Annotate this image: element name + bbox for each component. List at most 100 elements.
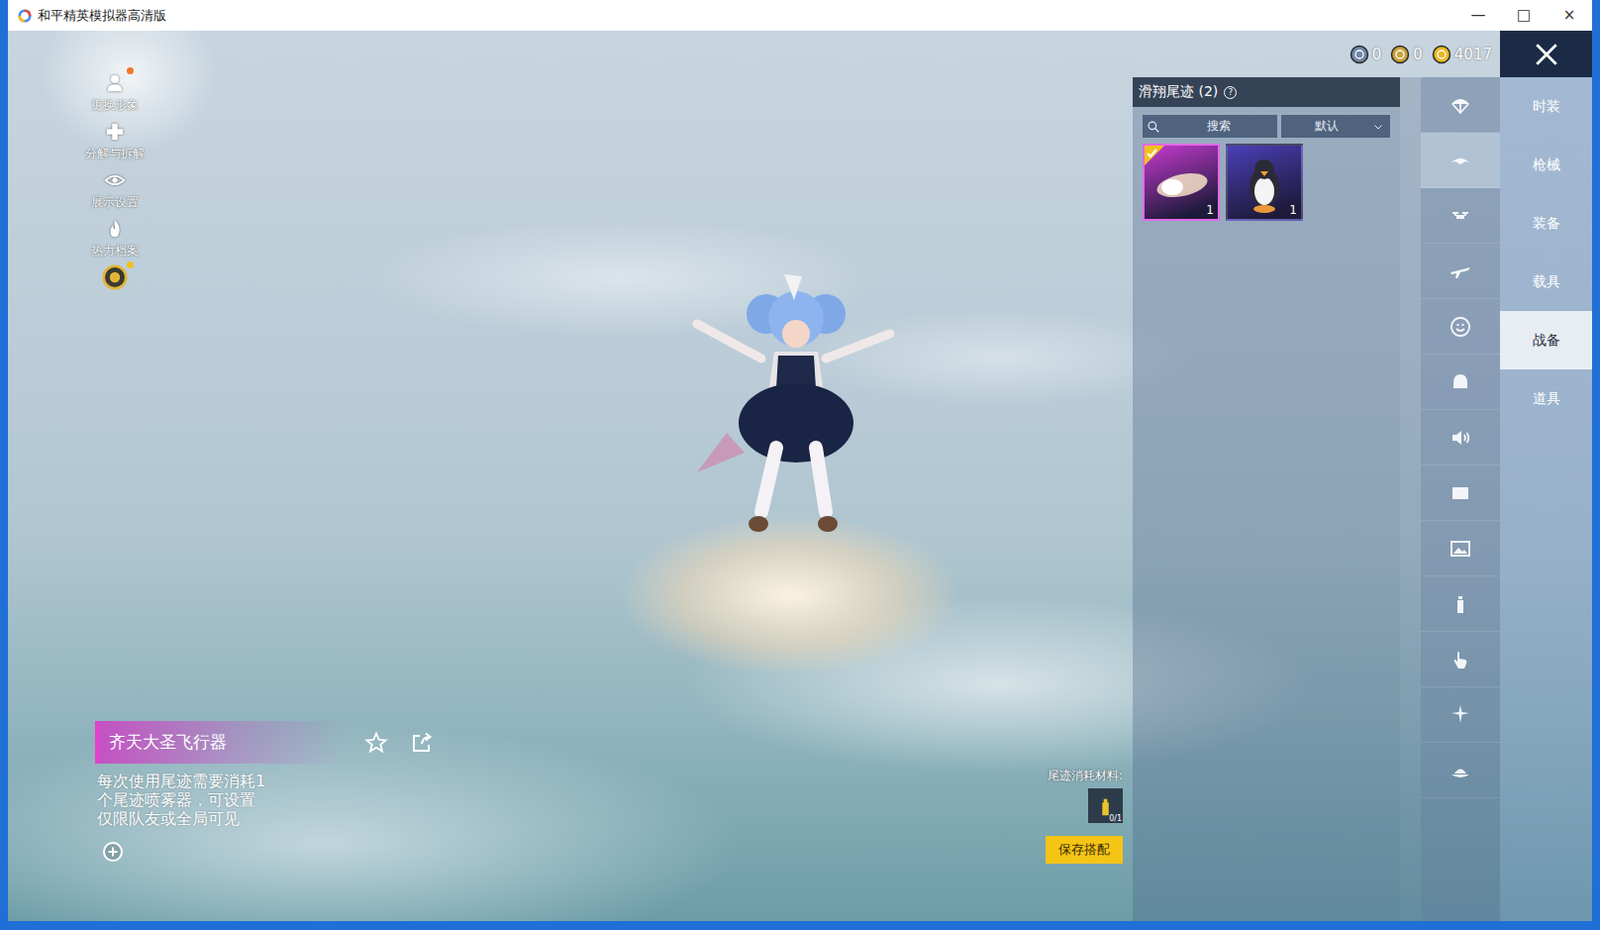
subcategory-tab[interactable]	[1420, 465, 1500, 521]
subcategory-tab[interactable]	[1420, 687, 1500, 743]
subcategory-tab[interactable]	[1420, 742, 1500, 799]
app-icon	[17, 8, 32, 23]
window-control[interactable]: □	[1500, 0, 1547, 31]
menu-label: 展示设置	[91, 194, 139, 211]
category-icon	[1448, 592, 1473, 616]
menu-icon	[103, 120, 126, 143]
currency: 4017	[1431, 44, 1493, 65]
panel-title: 滑翔尾迹 (2)	[1138, 83, 1218, 101]
subcategory-tab[interactable]	[1420, 520, 1500, 577]
subcategory-tab[interactable]	[1420, 576, 1500, 632]
category-tab[interactable]: 载具	[1500, 252, 1593, 311]
bottom-row: 齐天大圣飞行器每次使用尾迹需要消耗1个尾迹喷雾器，可设置仅限队友或全局可见 尾迹消…	[7, 720, 1133, 921]
category-icon	[1448, 203, 1473, 228]
coin-icon	[1349, 44, 1370, 65]
sort-value: 默认	[1281, 117, 1373, 135]
coin-icon	[1431, 44, 1452, 65]
category-icon	[1448, 93, 1473, 117]
close-button[interactable]	[1500, 30, 1593, 78]
menu-label: 分解与拆解	[85, 145, 145, 163]
zoom-icon[interactable]	[100, 839, 125, 864]
coin-icon	[1390, 44, 1410, 65]
search-icon	[1146, 119, 1161, 134]
left-menu-item[interactable]: 热力档案	[91, 215, 139, 260]
category-icon	[1448, 647, 1473, 672]
currency-value: 0	[1412, 45, 1423, 64]
game-view: 更换形象分解与拆解展示设置热力档案齐天大圣飞行器每次使用尾迹需要消耗1个尾迹喷雾…	[7, 30, 1593, 921]
category-icon	[1448, 425, 1473, 450]
emulator-window: 和平精英模拟器高清版—□×更换形象分解与拆解展示设置热力档案齐天大圣飞行器每次使…	[7, 0, 1593, 921]
left-menu-item[interactable]: 展示设置	[91, 167, 139, 211]
category-tab[interactable]: 时装	[1500, 77, 1593, 136]
sort-dropdown[interactable]: 默认	[1281, 114, 1391, 138]
currency-value: 4017	[1454, 45, 1493, 64]
category-icon	[1448, 259, 1473, 284]
subcategory-tab[interactable]	[1420, 188, 1500, 244]
wardrobe-body: 滑翔尾迹 (2)?搜索默认11时装枪械装备载具战备道具	[1132, 77, 1593, 921]
currency: 0	[1349, 44, 1383, 65]
panel-header: 滑翔尾迹 (2)?	[1132, 77, 1400, 107]
category-label: 枪械	[1532, 156, 1561, 175]
category-icon	[1448, 481, 1473, 505]
menu-label: 更换形象	[91, 97, 139, 114]
menu-icon	[103, 217, 126, 240]
screen: 和平精英模拟器高清版—□×更换形象分解与拆解展示设置热力档案齐天大圣飞行器每次使…	[0, 0, 1600, 930]
item-description: 每次使用尾迹需要消耗1个尾迹喷雾器，可设置仅限队友或全局可见	[97, 771, 268, 828]
item-grid: 11	[1132, 137, 1400, 221]
notice-dot	[126, 67, 134, 75]
material-label: 尾迹消耗材料:	[1047, 767, 1123, 785]
category-tab[interactable]: 装备	[1500, 194, 1593, 253]
window-control[interactable]: —	[1455, 0, 1501, 31]
subcategory-tab[interactable]	[1420, 132, 1500, 189]
comet-trail-icon	[1146, 147, 1216, 217]
item-name: 齐天大圣飞行器	[108, 730, 227, 754]
category-tabs: 时装枪械装备载具战备道具	[1500, 77, 1593, 921]
subcategory-tab[interactable]	[1420, 77, 1500, 133]
category-tab[interactable]: 战备	[1500, 310, 1593, 370]
category-tab[interactable]: 道具	[1500, 369, 1593, 428]
left-menu-item[interactable]: 分解与拆解	[85, 118, 145, 163]
spray-can-icon	[1095, 795, 1117, 817]
subcategory-tab[interactable]	[1420, 409, 1500, 466]
category-icon	[1448, 536, 1473, 561]
star-icon[interactable]	[364, 730, 389, 755]
category-icon	[1448, 148, 1473, 173]
item-info: 齐天大圣飞行器每次使用尾迹需要消耗1个尾迹喷雾器，可设置仅限队友或全局可见	[95, 720, 434, 864]
category-label: 道具	[1532, 390, 1561, 408]
material-count: 0/1	[1108, 813, 1122, 823]
item-card[interactable]: 1	[1142, 143, 1220, 221]
currency-bar: 0 0 4017	[1132, 30, 1500, 78]
item-card[interactable]: 1	[1225, 143, 1303, 221]
title-bar: 和平精英模拟器高清版 —□×	[7, 0, 1593, 31]
window-title: 和平精英模拟器高清版	[37, 6, 167, 25]
penguin-icon	[1229, 147, 1300, 217]
window-control[interactable]: ×	[1546, 0, 1593, 31]
rank-emblem-icon	[101, 263, 128, 292]
subcategory-tabs	[1420, 77, 1500, 921]
category-label: 装备	[1532, 214, 1561, 233]
chevron-down-icon	[1372, 120, 1385, 133]
check-icon	[1144, 145, 1165, 166]
close-icon	[1533, 41, 1560, 68]
currency: 0	[1390, 44, 1423, 65]
material-slot[interactable]: 0/1	[1088, 788, 1123, 823]
notice-dot	[126, 261, 134, 269]
item-count: 1	[1289, 202, 1298, 217]
category-icon	[1448, 370, 1473, 395]
category-icon	[1448, 314, 1473, 339]
category-tab[interactable]: 枪械	[1500, 135, 1593, 195]
category-label: 时装	[1532, 98, 1561, 116]
left-menu-item[interactable]: 更换形象	[91, 70, 139, 114]
save-area: 尾迹消耗材料: 0/1 保存搭配	[1045, 767, 1123, 864]
subcategory-tab[interactable]	[1420, 354, 1500, 410]
subcategory-tab[interactable]	[1420, 299, 1500, 355]
share-icon[interactable]	[409, 730, 434, 755]
save-button[interactable]: 保存搭配	[1045, 835, 1123, 864]
rank-emblem[interactable]	[101, 264, 128, 291]
search-field[interactable]: 搜索	[1142, 114, 1278, 138]
subcategory-tab[interactable]	[1420, 243, 1500, 300]
trail-glow	[621, 515, 959, 675]
help-icon[interactable]: ?	[1223, 86, 1237, 100]
menu-label: 热力档案	[91, 242, 139, 260]
subcategory-tab[interactable]	[1420, 631, 1500, 688]
